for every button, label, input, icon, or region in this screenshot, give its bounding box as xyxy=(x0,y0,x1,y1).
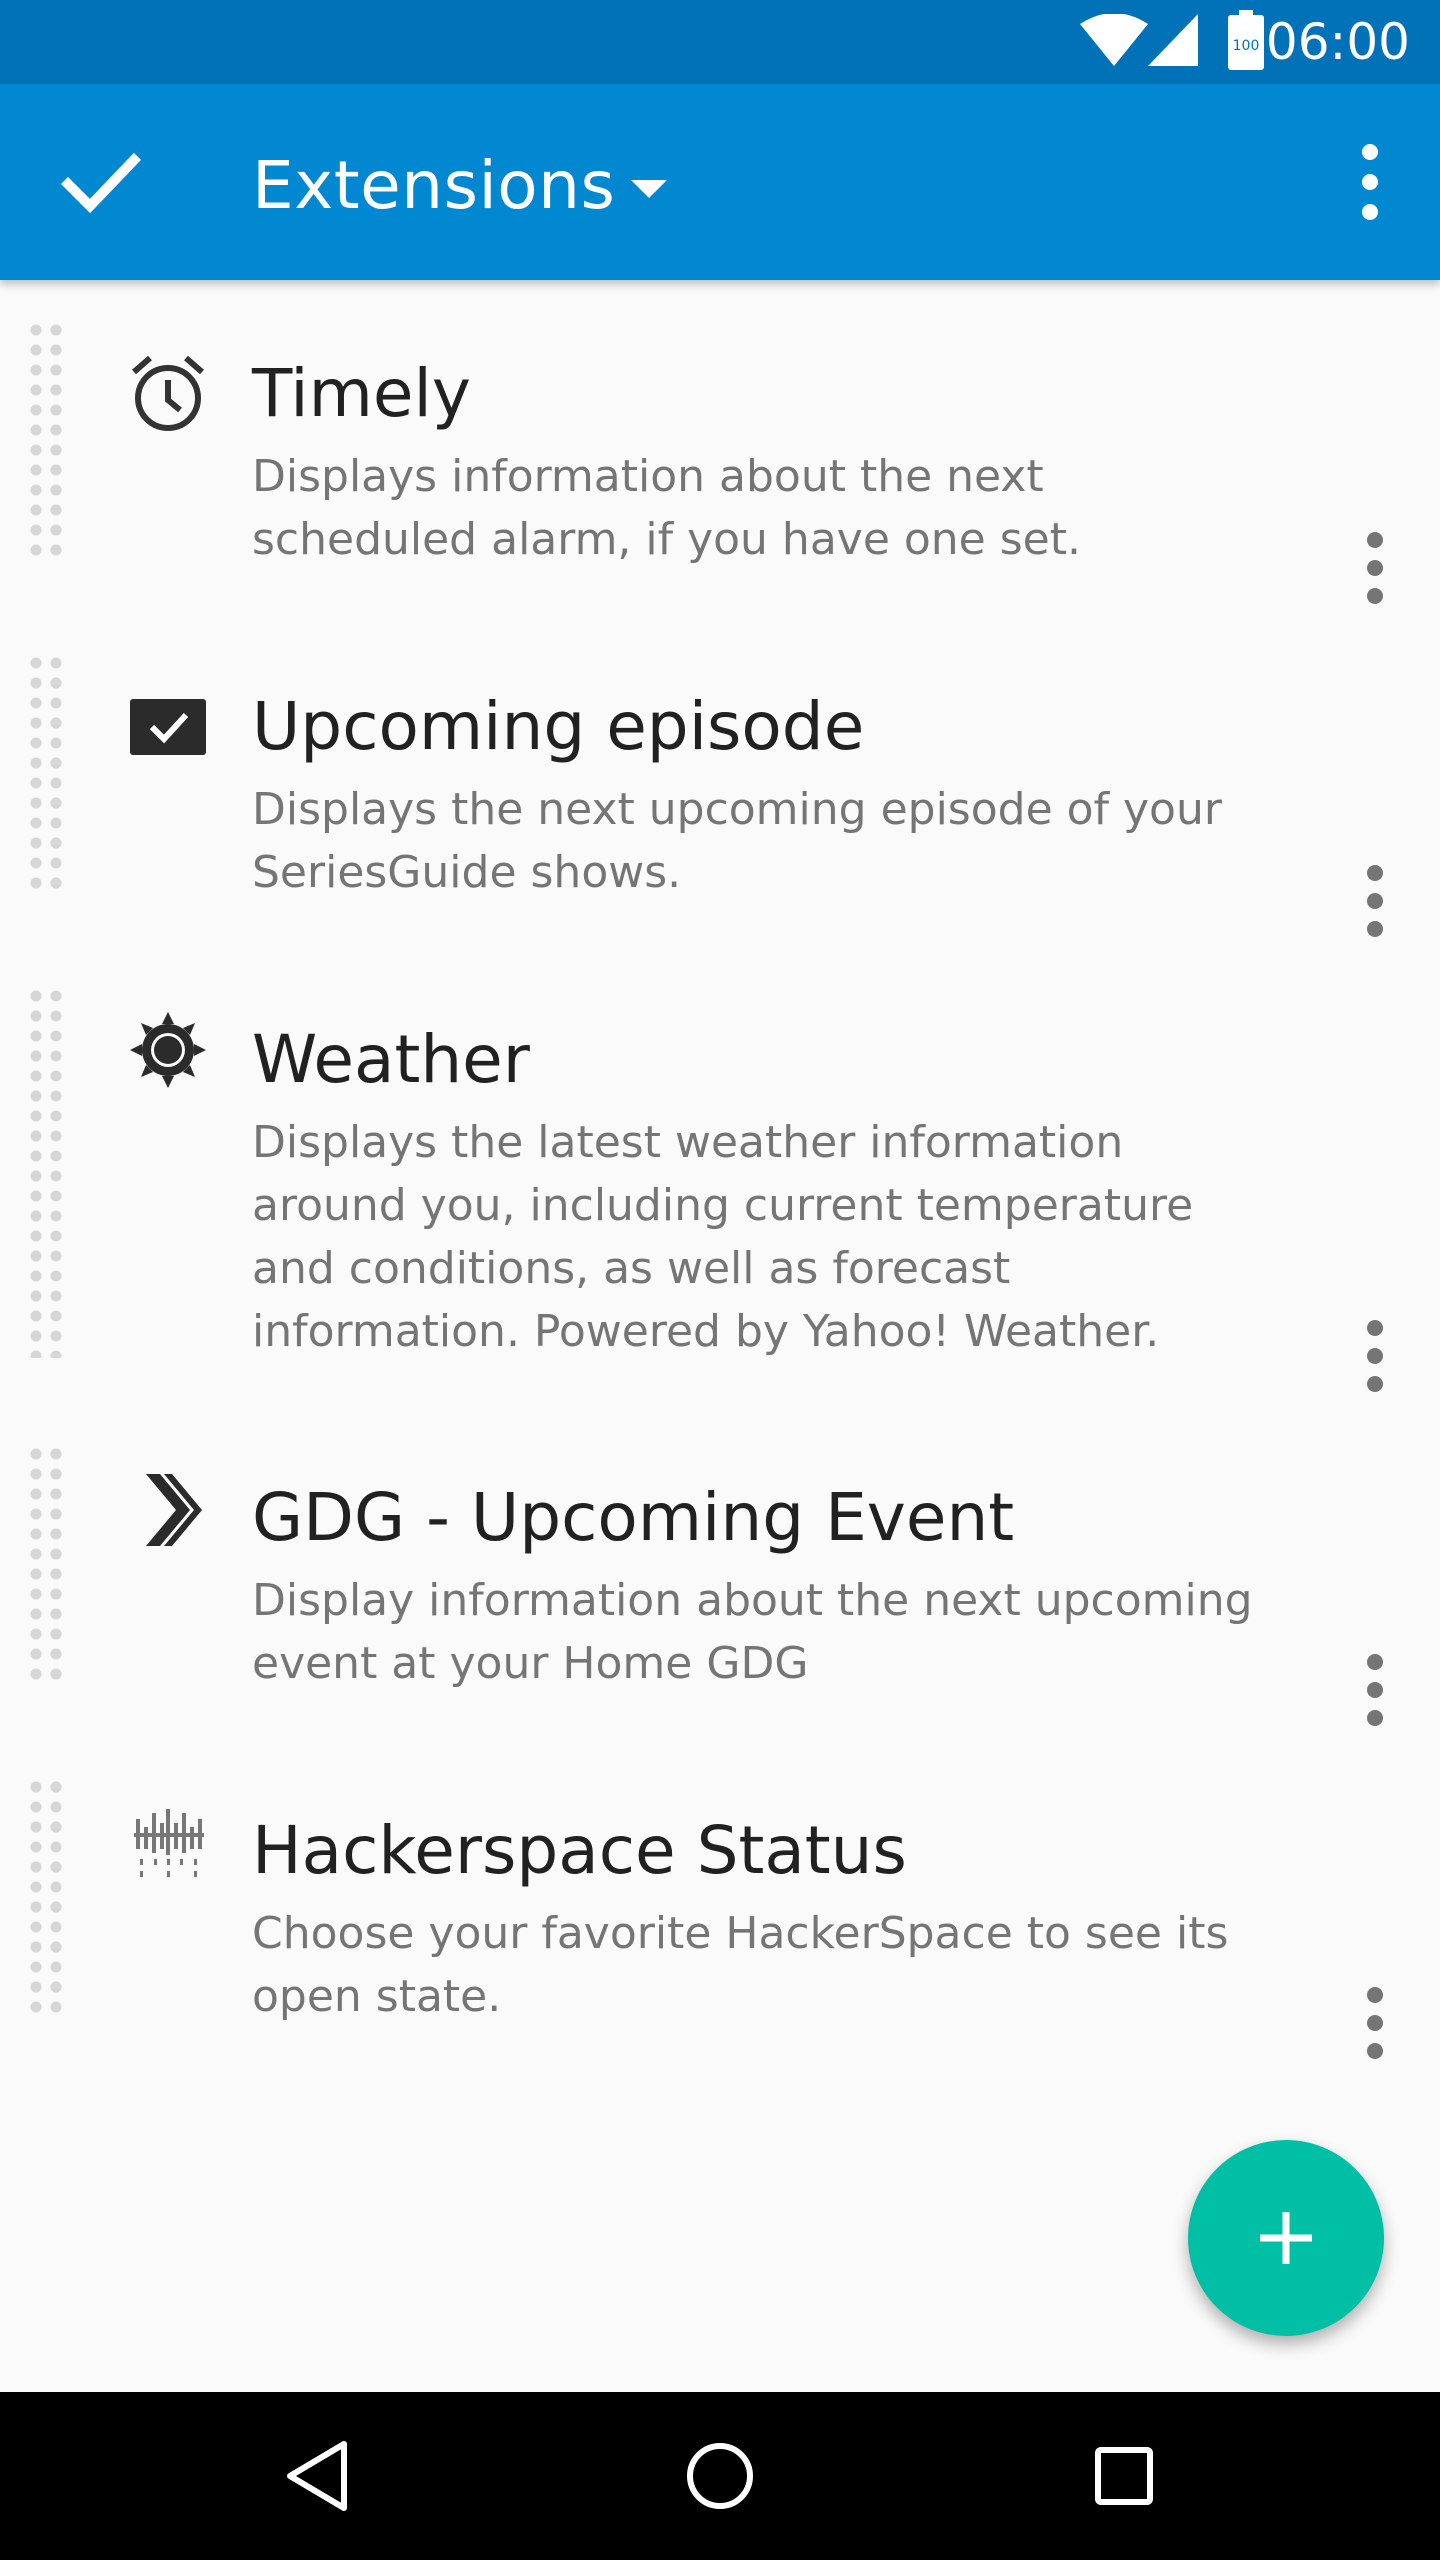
done-button[interactable] xyxy=(50,132,150,232)
recents-button[interactable] xyxy=(1074,2426,1174,2526)
extension-description: Choose your favorite HackerSpace to see … xyxy=(252,1908,1229,2022)
chevron-logo-icon xyxy=(124,1466,212,1554)
battery-icon: 100 xyxy=(1228,10,1264,74)
extensions-spinner[interactable]: Extensions xyxy=(252,140,668,230)
plus-icon xyxy=(1260,2212,1312,2264)
extension-menu-button[interactable] xyxy=(1330,1973,1420,2073)
extension-title: Hackerspace Status xyxy=(252,1812,907,1889)
extension-row[interactable]: Weather Displays the latest weather info… xyxy=(0,986,1440,1396)
page-title: Extensions xyxy=(252,146,616,224)
drag-handle[interactable] xyxy=(26,653,66,897)
drag-handle[interactable] xyxy=(26,320,66,564)
drag-handle[interactable] xyxy=(26,1777,66,2021)
back-button[interactable] xyxy=(266,2426,366,2526)
battery-level-text: 100 xyxy=(1233,38,1260,54)
status-bar: 100 06:00 xyxy=(0,0,1440,84)
extension-description: Displays information about the next sche… xyxy=(252,451,1081,565)
navigation-bar xyxy=(0,2392,1440,2560)
home-icon xyxy=(687,2443,753,2509)
recents-icon xyxy=(1095,2447,1153,2505)
home-button[interactable] xyxy=(670,2426,770,2526)
extension-menu-button[interactable] xyxy=(1330,1306,1420,1406)
extension-row[interactable]: Hackerspace Status Choose your favorite … xyxy=(0,1777,1440,2067)
drag-handle[interactable] xyxy=(26,1444,66,1688)
overflow-menu-icon xyxy=(1367,1654,1383,1726)
cell-signal-icon xyxy=(1148,14,1198,70)
extension-title: Upcoming episode xyxy=(252,688,865,765)
extension-description: Displays the next upcoming episode of yo… xyxy=(252,784,1222,898)
extension-description: Display information about the next upcom… xyxy=(252,1575,1253,1689)
extension-menu-button[interactable] xyxy=(1330,1640,1420,1740)
extension-row[interactable]: GDG - Upcoming Event Display information… xyxy=(0,1444,1440,1734)
check-icon xyxy=(60,152,142,214)
extension-title: GDG - Upcoming Event xyxy=(252,1479,1015,1556)
extension-row[interactable]: Timely Displays information about the ne… xyxy=(0,320,1440,610)
add-extension-fab[interactable] xyxy=(1188,2140,1384,2336)
overflow-menu-icon xyxy=(1367,532,1383,604)
overflow-menu-icon xyxy=(1367,1987,1383,2059)
app-bar: Extensions xyxy=(0,84,1440,280)
back-icon xyxy=(287,2441,347,2511)
wifi-icon xyxy=(1080,13,1148,70)
overflow-menu-button[interactable] xyxy=(1320,132,1420,232)
overflow-menu-icon xyxy=(1367,865,1383,937)
extension-description: Displays the latest weather information … xyxy=(252,1117,1194,1357)
alarm-clock-icon xyxy=(124,350,212,438)
sun-icon xyxy=(124,1006,212,1094)
overflow-menu-icon xyxy=(1362,144,1378,220)
extension-row[interactable]: Upcoming episode Displays the next upcom… xyxy=(0,653,1440,943)
overflow-menu-icon xyxy=(1367,1320,1383,1392)
extension-menu-button[interactable] xyxy=(1330,851,1420,951)
extension-title: Timely xyxy=(252,355,471,432)
tv-check-icon xyxy=(124,677,212,765)
drag-handle[interactable] xyxy=(26,986,66,1358)
hackerspace-logo-icon xyxy=(124,1799,212,1887)
extension-menu-button[interactable] xyxy=(1330,518,1420,618)
dropdown-caret-icon xyxy=(631,180,668,198)
status-clock: 06:00 xyxy=(1265,13,1410,71)
extension-title: Weather xyxy=(252,1021,530,1098)
